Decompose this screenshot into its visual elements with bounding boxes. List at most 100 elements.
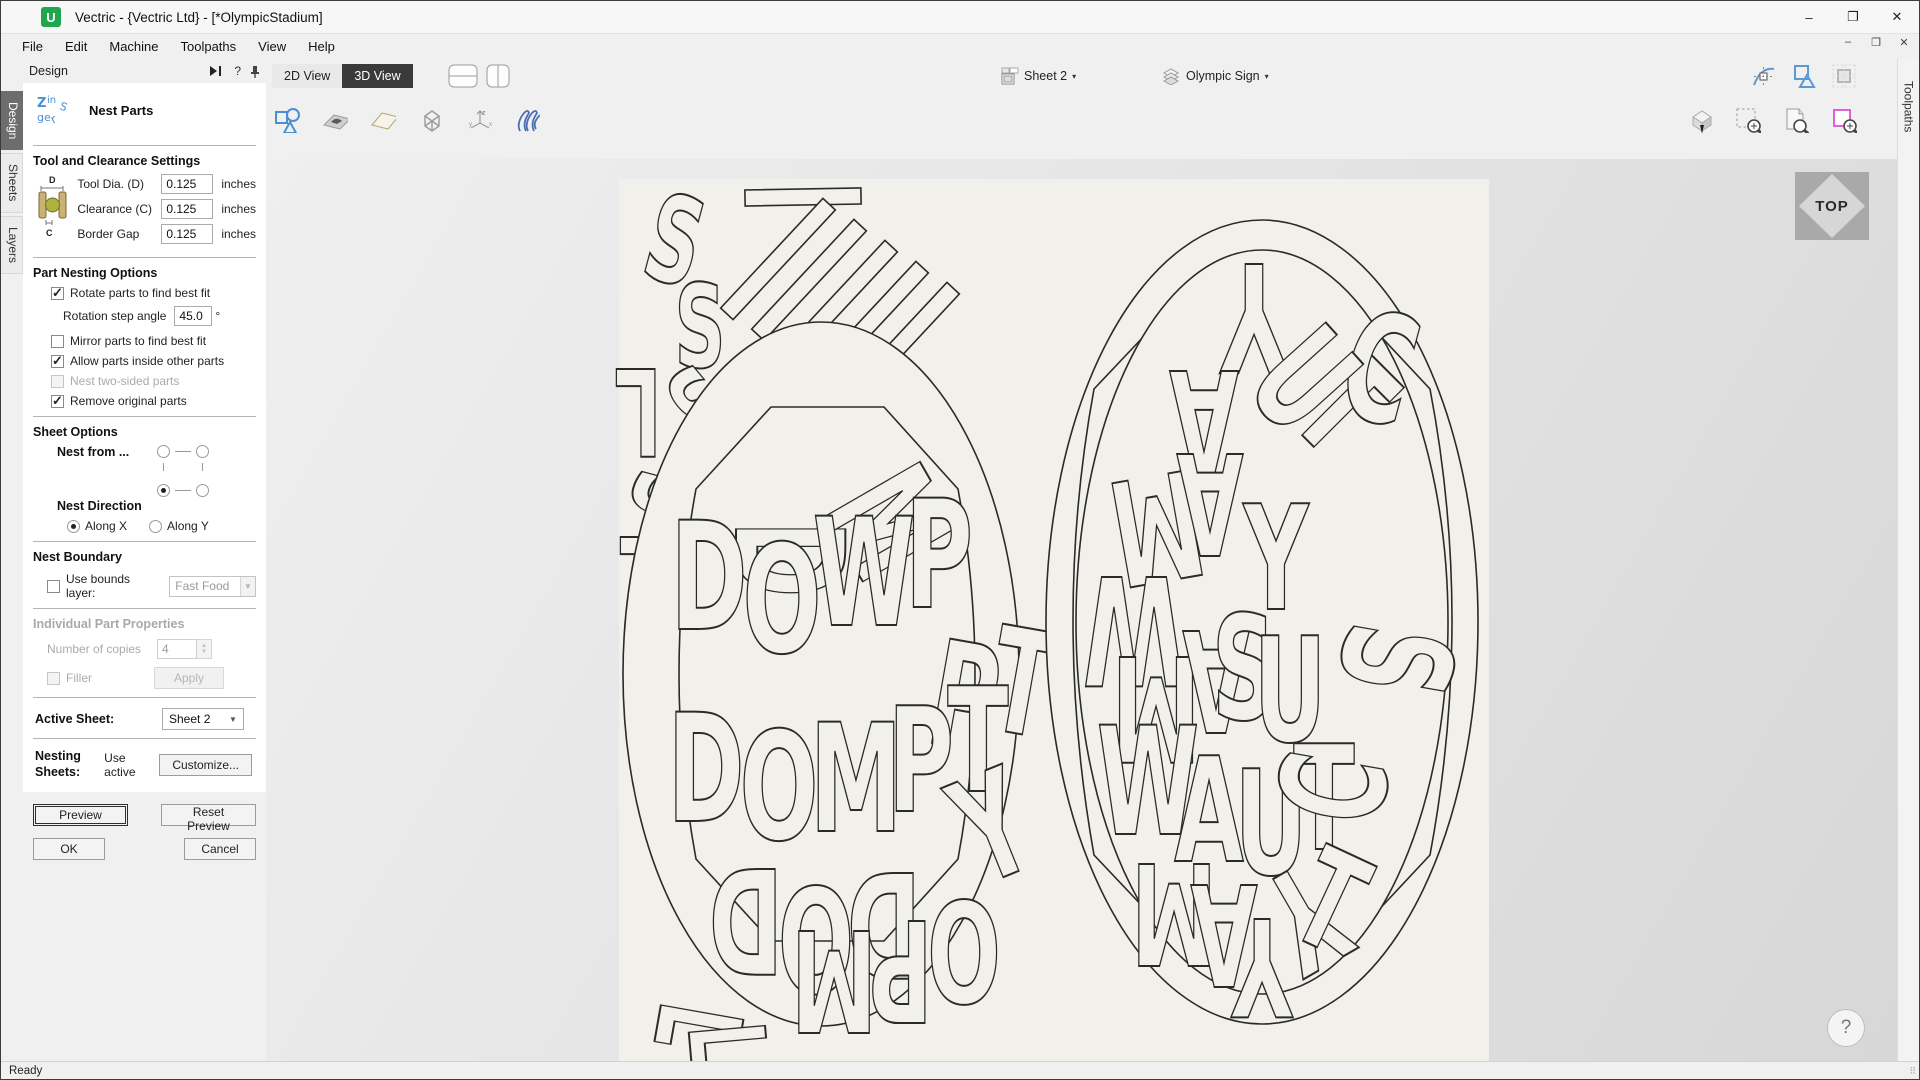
- mdi-close-button[interactable]: ✕: [1895, 36, 1913, 49]
- resize-grip[interactable]: ⠿: [1909, 1066, 1917, 1077]
- draw-shapes-icon[interactable]: [274, 107, 300, 133]
- app-window: U Vectric - {Vectric Ltd} - [*OlympicSta…: [0, 0, 1920, 1080]
- tool-dia-input[interactable]: [161, 174, 213, 194]
- tab-toolpaths[interactable]: Toolpaths: [1900, 73, 1918, 140]
- design-selector[interactable]: Olympic Sign ▾: [1161, 67, 1269, 85]
- collapse-panel-icon[interactable]: [209, 65, 225, 77]
- minimize-button[interactable]: –: [1787, 1, 1831, 33]
- menu-edit[interactable]: Edit: [54, 36, 98, 57]
- allow-inside-checkbox[interactable]: [51, 355, 64, 368]
- ok-button[interactable]: OK: [33, 838, 105, 860]
- part-properties-heading: Individual Part Properties: [33, 617, 256, 631]
- mirror-parts-checkbox[interactable]: [51, 335, 64, 348]
- clearance-input[interactable]: [161, 199, 213, 219]
- two-sided-label: Nest two-sided parts: [70, 374, 179, 388]
- reset-preview-button[interactable]: Reset Preview: [161, 804, 256, 826]
- maximize-button[interactable]: ❐: [1831, 1, 1875, 33]
- nest-from-selector: [157, 445, 209, 497]
- filler-checkbox: [47, 672, 60, 685]
- along-y-radio[interactable]: [149, 520, 162, 533]
- customize-button[interactable]: Customize...: [159, 754, 252, 776]
- use-bounds-checkbox[interactable]: [47, 580, 60, 593]
- svg-text:M: M: [791, 897, 877, 1059]
- use-bounds-label: Use bounds layer:: [66, 572, 161, 600]
- nested-parts-drawing[interactable]: SSSLSLLLLDMDOWPPTDOMPTYDODMPOYATCUMAWMAY…: [266, 159, 1897, 1061]
- node-edit-icon[interactable]: [1751, 63, 1777, 89]
- view-orientation-cube[interactable]: TOP: [1795, 172, 1869, 240]
- menu-file[interactable]: File: [11, 36, 54, 57]
- rotate-parts-checkbox[interactable]: [51, 287, 64, 300]
- border-gap-input[interactable]: [161, 224, 213, 244]
- tool-clearance-diagram: D C: [33, 174, 69, 240]
- svg-text:r: r: [48, 112, 58, 127]
- nest-from-top-right-radio[interactable]: [196, 445, 209, 458]
- design-selector-label: Olympic Sign: [1186, 69, 1260, 83]
- along-x-label: Along X: [85, 519, 127, 533]
- sheet-selector-label: Sheet 2: [1024, 69, 1067, 83]
- iso-view-icon[interactable]: [1687, 107, 1713, 133]
- apply-button: Apply: [154, 667, 224, 689]
- svg-text:O: O: [742, 514, 821, 688]
- split-horizontal-icon[interactable]: [448, 64, 478, 88]
- help-button[interactable]: ?: [1827, 1009, 1865, 1047]
- border-gap-units: inches: [221, 227, 256, 241]
- menu-machine[interactable]: Machine: [98, 36, 169, 57]
- layers-icon: [1161, 67, 1181, 85]
- plane-icon[interactable]: [370, 107, 396, 133]
- sheet-selector[interactable]: Sheet 2 ▾: [1001, 67, 1076, 85]
- mdi-restore-button[interactable]: ❐: [1867, 36, 1885, 49]
- shape-select-icon[interactable]: [1791, 63, 1817, 89]
- tool-settings-heading: Tool and Clearance Settings: [33, 154, 256, 168]
- svg-text:S: S: [58, 100, 69, 115]
- nest-from-top-left-radio[interactable]: [157, 445, 170, 458]
- mdi-minimize-button[interactable]: –: [1839, 36, 1857, 49]
- svg-text:D: D: [49, 175, 56, 185]
- cancel-button[interactable]: Cancel: [184, 838, 256, 860]
- remove-original-checkbox[interactable]: [51, 395, 64, 408]
- status-bar: Ready ⠿: [1, 1061, 1919, 1079]
- app-icon: U: [41, 7, 61, 27]
- nest-from-bottom-right-radio[interactable]: [196, 484, 209, 497]
- copies-label: Number of copies: [47, 642, 157, 656]
- nesting-sheets-label: Nesting Sheets:: [35, 749, 86, 780]
- two-sided-checkbox: [51, 375, 64, 388]
- rotate-parts-label: Rotate parts to find best fit: [70, 286, 210, 300]
- axes-icon[interactable]: zyx: [466, 107, 492, 133]
- close-button[interactable]: ✕: [1875, 1, 1919, 33]
- svg-text:C: C: [46, 228, 53, 238]
- zoom-box-icon[interactable]: [1735, 107, 1761, 133]
- menu-view[interactable]: View: [247, 36, 297, 57]
- svg-text:Z: Z: [37, 96, 46, 111]
- bounds-layer-value: Fast Food: [170, 579, 240, 593]
- wire-cube-icon[interactable]: [418, 107, 444, 133]
- menu-help[interactable]: Help: [297, 36, 346, 57]
- menu-toolpaths[interactable]: Toolpaths: [170, 36, 248, 57]
- rotation-step-input[interactable]: [174, 306, 212, 326]
- tab-sheets[interactable]: Sheets: [1, 153, 23, 212]
- svg-text:D: D: [670, 491, 747, 665]
- tab-layers[interactable]: Layers: [1, 216, 23, 274]
- rotation-step-label: Rotation step angle: [63, 309, 166, 323]
- grid-snap-icon[interactable]: [1831, 63, 1857, 89]
- canvas-3d-view[interactable]: SSSLSLLLLDMDOWPPTDOMPTYDODMPOYATCUMAWMAY…: [266, 159, 1897, 1061]
- tab-3d-view[interactable]: 3D View: [342, 64, 412, 88]
- active-sheet-select[interactable]: Sheet 2 ▼: [162, 708, 244, 730]
- nesting-options-heading: Part Nesting Options: [33, 266, 256, 280]
- tab-2d-view[interactable]: 2D View: [272, 64, 342, 88]
- help-icon[interactable]: ?: [234, 64, 241, 78]
- allow-inside-label: Allow parts inside other parts: [70, 354, 224, 368]
- zoom-drawing-icon[interactable]: [1783, 107, 1809, 133]
- nest-from-label: Nest from ...: [57, 445, 129, 459]
- toolpath-curves-icon[interactable]: [514, 107, 540, 133]
- material-icon[interactable]: [322, 107, 348, 133]
- nest-from-bottom-left-radio[interactable]: [157, 484, 170, 497]
- status-text: Ready: [9, 1065, 42, 1077]
- split-vertical-icon[interactable]: [486, 64, 510, 88]
- tab-design[interactable]: Design: [1, 91, 23, 150]
- svg-text:x: x: [489, 122, 492, 128]
- along-x-radio[interactable]: [67, 520, 80, 533]
- pin-icon[interactable]: [250, 65, 260, 78]
- svg-text:P: P: [869, 887, 933, 1049]
- zoom-selection-icon[interactable]: [1831, 107, 1857, 133]
- preview-button[interactable]: Preview: [33, 804, 128, 826]
